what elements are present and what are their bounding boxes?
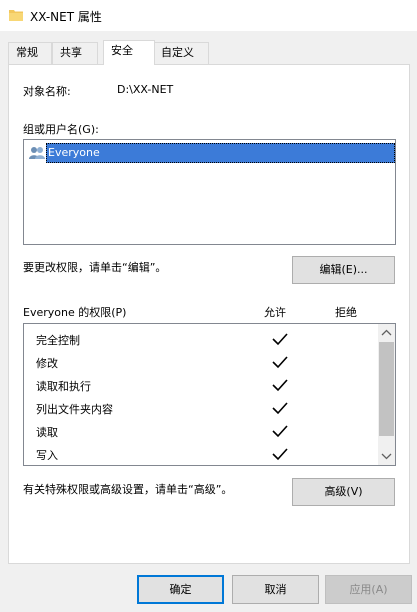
advanced-hint: 有关特殊权限或高级设置，请单击“高级”。 [23,483,233,496]
advanced-button-label: 高级(V) [324,485,363,498]
permission-row: 列出文件夹内容 [36,397,376,419]
permission-row: 修改 [36,351,376,373]
scroll-down-arrow-icon[interactable] [381,452,392,460]
list-item[interactable]: Everyone [27,143,395,163]
edit-hint: 要更改权限，请单击“编辑”。 [23,261,167,274]
allow-check-icon [272,379,288,392]
window-title: XX-NET 属性 [30,10,102,24]
tab-label: 共享 [60,46,82,59]
title-bar: XX-NET 属性 [0,0,417,31]
apply-button-label: 应用(A) [349,583,388,596]
permission-name: 写入 [36,449,58,462]
edit-button-label: 编辑(E)... [319,263,368,276]
scrollbar-thumb[interactable] [379,342,394,436]
group-user-list[interactable]: Everyone [23,139,396,245]
permission-name: 列出文件夹内容 [36,403,113,416]
tab-customize[interactable]: 自定义 [153,42,209,64]
tab-label: 自定义 [161,46,194,59]
allow-header: 允许 [264,306,286,319]
allow-check-icon [272,425,288,438]
ok-button[interactable]: 确定 [137,575,224,604]
allow-check-icon [272,448,288,461]
permission-row: 写入 [36,443,376,465]
folder-icon [9,10,23,21]
allow-check-icon [272,402,288,415]
apply-button[interactable]: 应用(A) [325,575,412,604]
permission-name: 读取和执行 [36,380,91,393]
advanced-button[interactable]: 高级(V) [292,478,395,506]
users-icon [29,147,45,159]
deny-header: 拒绝 [335,306,357,319]
permissions-list: 完全控制 修改 读取和执行 列出文件夹内容 读取 写入 [23,323,396,466]
permissions-title: Everyone 的权限(P) [23,306,127,319]
edit-button[interactable]: 编辑(E)... [292,256,395,284]
tab-general[interactable]: 常规 [8,42,52,64]
cancel-button-label: 取消 [264,583,287,596]
groups-label: 组或用户名(G): [23,123,99,136]
tab-security[interactable]: 安全 [103,40,155,65]
permission-row: 读取 [36,420,376,442]
permission-name: 完全控制 [36,334,80,347]
tab-strip: 常规 共享 安全 自定义 [8,40,410,65]
object-name-label: 对象名称: [23,85,71,98]
scroll-up-arrow-icon[interactable] [381,329,392,337]
ok-button-label: 确定 [169,583,192,596]
tab-label: 常规 [16,46,38,59]
list-item-label: Everyone [48,146,100,159]
allow-check-icon [272,333,288,346]
object-name-value: D:\XX-NET [117,83,174,96]
tab-label: 安全 [111,44,133,57]
vertical-scrollbar[interactable] [378,324,395,465]
permission-name: 修改 [36,357,58,370]
tab-sharing[interactable]: 共享 [52,42,98,64]
allow-check-icon [272,356,288,369]
permission-name: 读取 [36,426,58,439]
cancel-button[interactable]: 取消 [232,575,319,604]
permission-row: 读取和执行 [36,374,376,396]
permission-row: 完全控制 [36,328,376,350]
